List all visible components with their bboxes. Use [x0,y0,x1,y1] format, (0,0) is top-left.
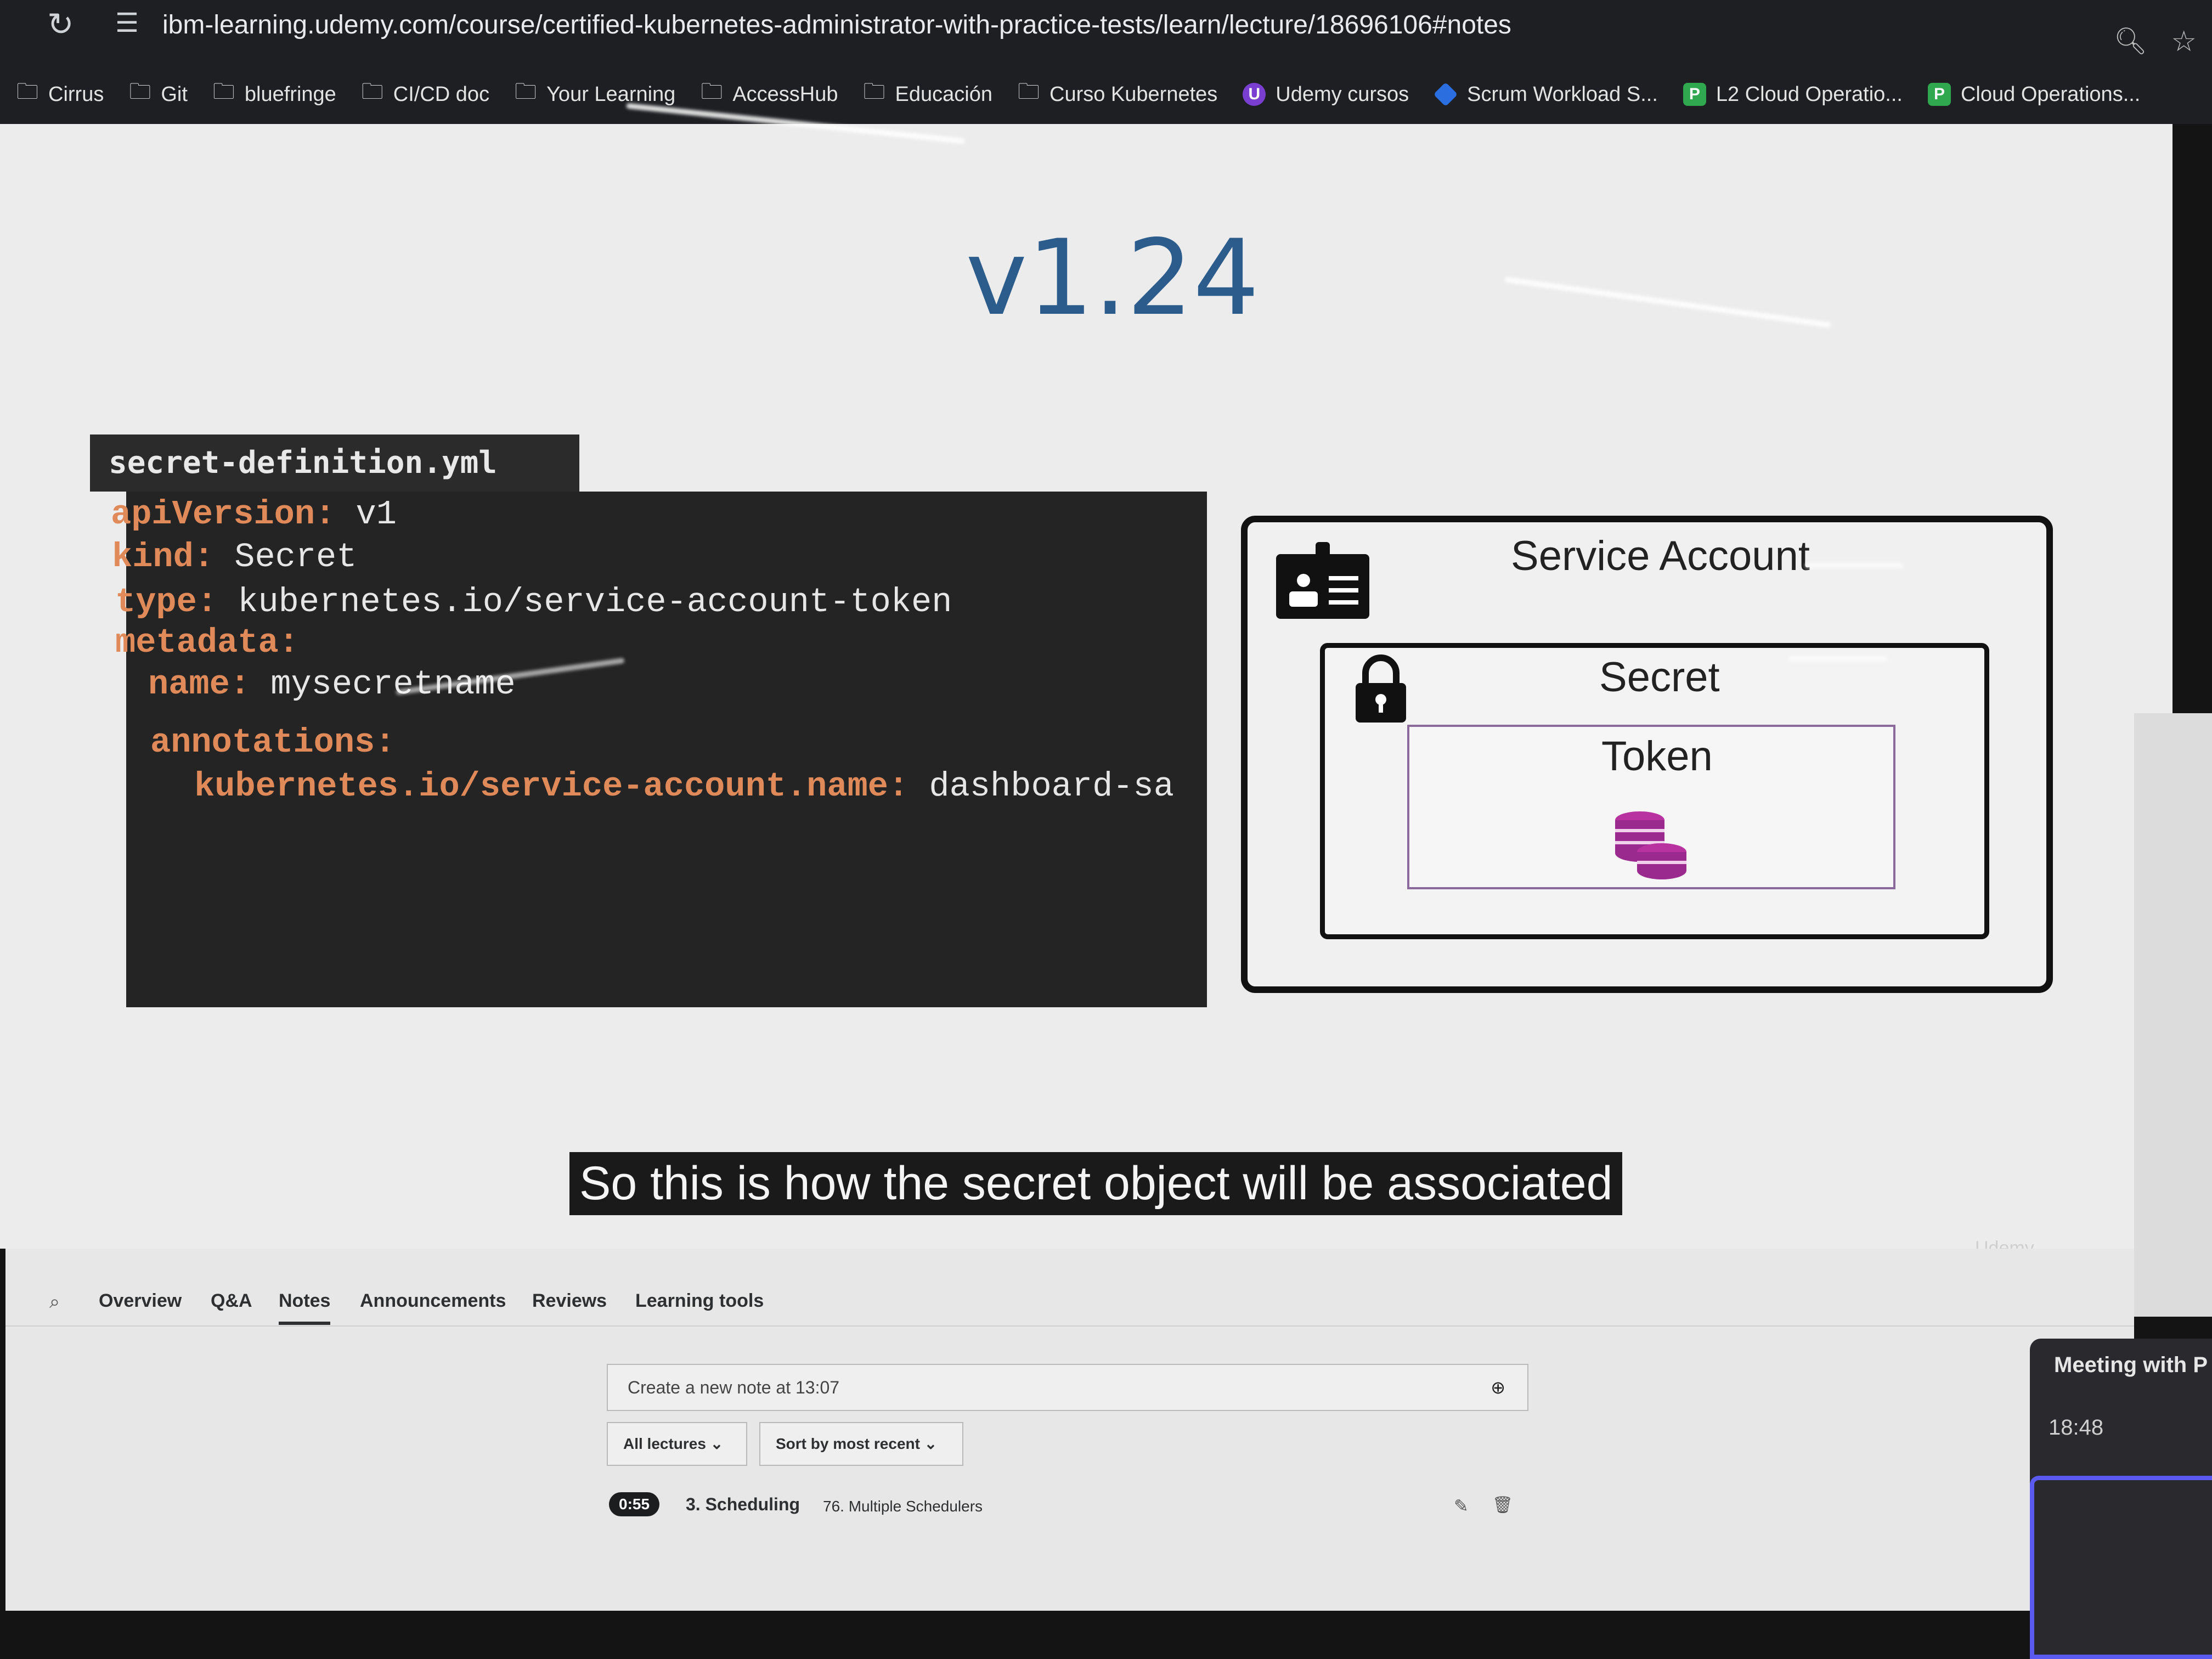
folder-icon: 🗀︎ [361,80,383,104]
screen-glare [1788,656,1887,662]
video-player[interactable]: v1.24 secret-definition.yml apiVersion: … [0,103,2172,1259]
code-line: annotations: [150,723,396,762]
course-content-panel: ⌕ Overview Q&A Notes Announcements Revie… [5,1249,2134,1611]
search-icon[interactable]: ⌕ [49,1291,60,1313]
token-label: Token [1601,733,1713,780]
bookmark-cirrus[interactable]: 🗀︎ Cirrus [16,76,104,113]
tab-notes[interactable]: Notes [279,1290,331,1325]
bookmark-git[interactable]: 🗀︎ Git [129,76,188,113]
course-tabs: ⌕ Overview Q&A Notes Announcements Revie… [5,1271,2134,1327]
note-lecture: 76. Multiple Schedulers [823,1498,983,1515]
code-line: metadata: [115,623,299,662]
tab-qa[interactable]: Q&A [211,1290,252,1312]
browser-toolbar: ↻ ☰ ibm-learning.udemy.com/course/certif… [0,0,2212,65]
code-line: kubernetes.io/service-account.name: dash… [194,767,1174,806]
bookmark-cloud-operations[interactable]: P Cloud Operations... [1927,83,2140,106]
secret-box: Secret Token [1320,643,1989,939]
coins-icon [1615,811,1686,879]
secret-label: Secret [1599,654,1720,701]
code-file-tab: secret-definition.yml [90,435,579,492]
zoom-icon[interactable]: 🔍︎ [2114,25,2147,57]
bookmark-cicd-doc[interactable]: 🗀︎ CI/CD doc [362,76,489,113]
meeting-title: Meeting with P [2054,1353,2208,1377]
screen-glare [1504,276,1831,328]
course-sidebar [2134,713,2212,1317]
id-badge-icon [1276,542,1369,619]
new-note-input[interactable]: Create a new note at 13:07 ⊕ [607,1364,1528,1411]
yaml-code-block: apiVersion: v1 kind: Secret type: kubern… [111,492,1207,1007]
bookmark-l2-cloud-operations[interactable]: P L2 Cloud Operatio... [1683,83,1903,106]
chevron-down-icon: ⌄ [710,1435,724,1452]
folder-icon: 🗀︎ [863,80,885,104]
note-timestamp[interactable]: 0:55 [609,1492,660,1516]
reload-icon[interactable]: ↻ [47,5,74,43]
new-note-placeholder: Create a new note at 13:07 [628,1378,840,1397]
folder-icon: 🗀︎ [701,80,723,104]
meeting-time: 18:48 [2049,1415,2104,1440]
bookmarks-bar: 🗀︎ Cirrus 🗀︎ Git 🗀︎ bluefringe 🗀︎ CI/CD doc … [0,65,2212,124]
token-box: Token [1407,725,1895,889]
p-icon: P [1683,83,1706,106]
udemy-icon: U [1243,83,1266,106]
code-line: apiVersion: v1 [111,495,397,534]
service-account-label: Service Account [1511,533,1810,579]
add-note-icon[interactable]: ⊕ [1491,1365,1505,1410]
video-caption: So this is how the secret object will be… [569,1152,1623,1215]
screen-glare [1805,563,1904,568]
folder-icon: 🗀︎ [1018,80,1040,104]
note-section: 3. Scheduling [686,1494,800,1514]
tab-overview[interactable]: Overview [99,1290,182,1312]
bookmark-udemy-cursos[interactable]: U Udemy cursos [1243,83,1409,106]
edit-icon[interactable]: ✎ [1454,1496,1469,1516]
folder-icon: 🗀︎ [129,80,151,104]
service-account-box: Service Account Secret Token [1241,516,2053,993]
bookmark-scrum-workload[interactable]: Scrum Workload S... [1433,82,1658,107]
bookmark-bluefringe[interactable]: 🗀︎ bluefringe [213,76,336,113]
lock-icon [1356,654,1406,723]
p-icon: P [1927,83,1951,106]
tab-learning-tools[interactable]: Learning tools [635,1290,764,1312]
bookmark-educacion[interactable]: 🗀︎ Educación [864,76,992,113]
jira-icon [1433,82,1458,107]
slide-version-title: v1.24 [966,217,1260,338]
folder-icon: 🗀︎ [212,80,235,104]
site-settings-icon[interactable]: ☰ [115,8,139,38]
meeting-notification[interactable]: Meeting with P 18:48 [2030,1339,2212,1659]
code-line: type: kubernetes.io/service-account-toke… [115,583,952,622]
chevron-down-icon: ⌄ [924,1435,938,1452]
sort-dropdown[interactable]: Sort by most recent ⌄ [759,1422,963,1466]
tab-announcements[interactable]: Announcements [360,1290,506,1312]
meeting-preview [2030,1476,2212,1659]
bookmark-curso-kubernetes[interactable]: 🗀︎ Curso Kubernetes [1018,76,1217,113]
bookmark-accesshub[interactable]: 🗀︎ AccessHub [701,76,838,113]
address-bar[interactable]: ibm-learning.udemy.com/course/certified-… [162,10,1511,40]
note-entry[interactable]: 0:55 3. Scheduling 76. Multiple Schedule… [609,1490,1514,1528]
folder-icon: 🗀︎ [515,80,537,104]
lecture-filter-dropdown[interactable]: All lectures ⌄ [607,1422,747,1466]
code-line: kind: Secret [112,538,357,577]
folder-icon: 🗀︎ [16,80,38,104]
trash-icon[interactable]: 🗑︎ [1492,1496,1513,1515]
tab-reviews[interactable]: Reviews [532,1290,607,1312]
bookmark-star-icon[interactable]: ☆ [2171,25,2197,58]
